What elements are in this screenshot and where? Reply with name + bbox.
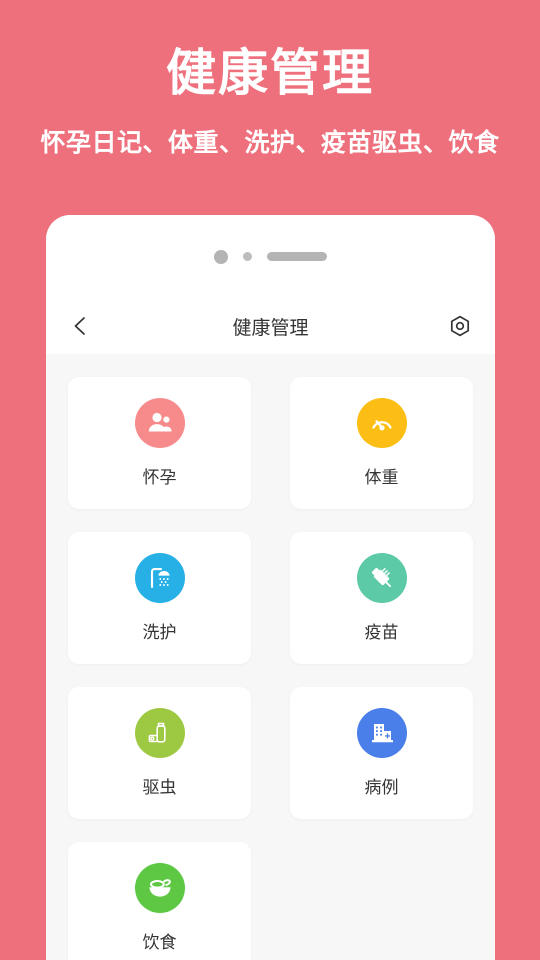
page-subtitle: 怀孕日记、体重、洗护、疫苗驱虫、饮食 (40, 127, 500, 157)
back-button[interactable] (68, 313, 94, 339)
grid-card-label: 疫苗 (364, 623, 399, 643)
grid-card-label: 体重 (364, 468, 399, 488)
grid-card-weight[interactable]: 体重 (290, 377, 473, 509)
phone-mockup: 健康管理 怀孕 体重 洗护 疫苗 驱虫 病例 饮食 (46, 215, 495, 960)
grid-card-pregnancy[interactable]: 怀孕 (68, 377, 251, 509)
grid-card-diet[interactable]: 饮食 (68, 842, 251, 960)
bathing-icon-badge (134, 553, 185, 603)
pregnancy-icon-badge (134, 398, 185, 448)
earpiece-speaker-icon (267, 252, 327, 261)
pregnancy-parent-child-icon (148, 412, 172, 432)
page-title: 健康管理 (166, 44, 374, 102)
medical-record-icon-badge (356, 708, 407, 758)
weight-gauge-icon (371, 420, 392, 431)
grid-card-bathing[interactable]: 洗护 (68, 532, 251, 664)
shower-icon (150, 568, 169, 589)
diet-icon-badge (134, 863, 185, 913)
grid-card-label: 洗护 (142, 623, 177, 643)
front-camera-icon (214, 249, 228, 264)
hospital-building-icon (371, 724, 393, 743)
grid-card-label: 饮食 (142, 933, 177, 953)
notch-sensors (214, 249, 327, 264)
grid-card-label: 怀孕 (142, 468, 177, 488)
hex-nut-settings-icon (450, 315, 470, 337)
phone-notch-area (46, 215, 495, 298)
app-navbar: 健康管理 (46, 298, 495, 354)
navbar-title: 健康管理 (232, 316, 309, 339)
weight-icon-badge (356, 398, 407, 448)
grid-card-label: 驱虫 (142, 778, 177, 798)
syringe-icon (371, 567, 391, 588)
promo-header: 健康管理 怀孕日记、体重、洗护、疫苗驱虫、饮食 (0, 0, 540, 200)
feature-grid: 怀孕 体重 洗护 疫苗 驱虫 病例 饮食 (46, 354, 495, 960)
settings-button[interactable] (447, 313, 473, 339)
deworming-icon-badge (134, 708, 185, 758)
chevron-left-icon (74, 317, 85, 335)
grid-card-label: 病例 (364, 778, 399, 798)
spray-bottle-icon (148, 722, 166, 743)
grid-card-medical-record[interactable]: 病例 (290, 687, 473, 819)
proximity-sensor-icon (243, 252, 252, 261)
grid-card-vaccine[interactable]: 疫苗 (290, 532, 473, 664)
grid-card-deworming[interactable]: 驱虫 (68, 687, 251, 819)
food-bowl-spoon-icon (149, 879, 171, 897)
vaccine-icon-badge (356, 553, 407, 603)
